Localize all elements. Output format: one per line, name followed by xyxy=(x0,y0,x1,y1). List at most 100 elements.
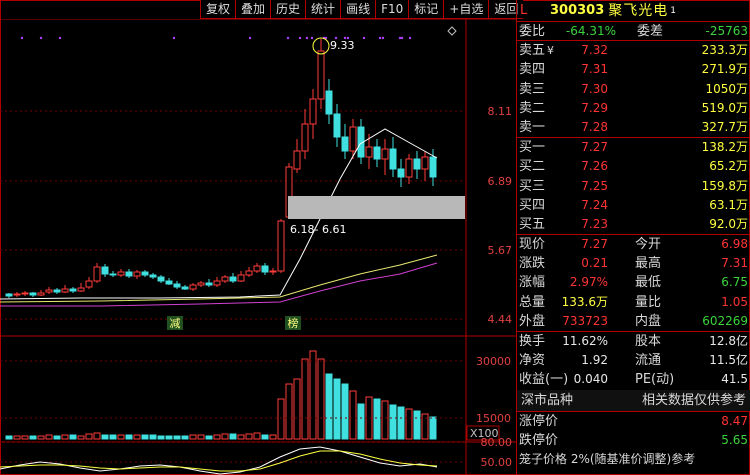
stat-label: 涨跌 xyxy=(519,256,546,272)
bid-price: 7.26 xyxy=(581,159,608,174)
volume-bar xyxy=(253,432,261,440)
ask-level[interactable]: 卖四 7.31 271.9万 xyxy=(517,60,750,79)
bid-level[interactable]: 买五 7.23 92.0万 xyxy=(517,215,750,234)
ask-price: 7.28 xyxy=(581,119,608,134)
volume-bar xyxy=(157,435,165,440)
candle-body xyxy=(181,286,189,290)
candle-body xyxy=(13,293,21,296)
stat-value: 11.5亿 xyxy=(709,353,748,368)
stat-label: 现价 xyxy=(519,237,546,253)
volume-bar xyxy=(197,434,205,440)
ask-volume: 519.0万 xyxy=(701,100,748,115)
candle-body xyxy=(229,276,237,282)
toolbar-button[interactable]: +自选 xyxy=(443,0,489,19)
volume-bar xyxy=(229,433,237,440)
candle-body xyxy=(125,271,133,277)
toolbar-button[interactable]: 统计 xyxy=(305,0,341,19)
candle-body xyxy=(77,287,85,292)
volume-bar xyxy=(13,435,21,440)
volume-bar xyxy=(5,435,13,440)
kline-chart[interactable]: 8.11 6.89 5.67 4.44 9.33 6.18- 6.61 减 榜 30000 150… xyxy=(0,19,516,475)
volume-bar xyxy=(317,358,325,440)
toolbar-button[interactable]: 画线 xyxy=(340,0,376,19)
candle-body xyxy=(317,50,325,100)
candle-body xyxy=(221,276,229,282)
candle-body xyxy=(53,289,61,293)
stock-name[interactable]: 聚飞光电 xyxy=(608,0,668,22)
stat-value: 12.8亿 xyxy=(709,334,748,348)
kline-chart-panel[interactable]: 8.11 6.89 5.67 4.44 9.33 6.18- 6.61 减 榜 30000 150… xyxy=(0,19,516,475)
bid-level[interactable]: 买一 7.27 138.2万 xyxy=(517,138,750,157)
stat-value: 6.98 xyxy=(721,237,748,252)
info-mine-dot xyxy=(305,36,309,40)
volume-bar xyxy=(173,435,181,440)
bid-level[interactable]: 买四 7.24 63.1万 xyxy=(517,196,750,215)
candle-body xyxy=(69,288,77,292)
volume-bar xyxy=(61,434,69,440)
stat-label: 换手 xyxy=(519,334,546,349)
bid-level[interactable]: 买二 7.26 65.2万 xyxy=(517,157,750,176)
ask-label: 卖二 xyxy=(519,100,546,116)
market-flag: L xyxy=(520,2,528,18)
candle-body xyxy=(381,148,389,160)
ask-suffix: ¥ xyxy=(547,44,554,58)
stat-label: 净资 xyxy=(519,353,546,369)
toolbar-button[interactable]: 历史 xyxy=(270,0,306,19)
volume-bar xyxy=(261,434,269,440)
stock-code[interactable]: 300303 xyxy=(550,0,604,22)
price-gap-band xyxy=(288,196,465,219)
info-mine-dot xyxy=(39,36,43,40)
stat-label: 量比 xyxy=(635,294,662,310)
candle-body xyxy=(85,280,93,288)
stat-label: 最高 xyxy=(635,256,662,272)
weibi-label: 委比 xyxy=(519,24,546,39)
candle-body xyxy=(133,271,141,277)
ask-level[interactable]: 卖一 7.28 327.7万 xyxy=(517,118,750,137)
volume-bar xyxy=(269,434,277,440)
price-cage-row: 笼子价格 2%(随基准价调整)参考 xyxy=(517,450,750,469)
volume-bar xyxy=(309,350,317,440)
bid-volume: 63.1万 xyxy=(709,197,748,212)
volume-bar xyxy=(141,434,149,440)
quote-stats: 现价 7.27 今开 6.98 涨跌 0.21 最高 7.31 涨幅 2.97% 最低 6.75 总量 1… xyxy=(517,235,750,332)
ask-level[interactable]: 卖二 7.29 519.0万 xyxy=(517,99,750,118)
volume-bar xyxy=(381,400,389,440)
limit-label: 跌停价 xyxy=(519,432,559,448)
stat-row: 外盘 733723 内盘 602269 xyxy=(517,312,750,331)
toolbar-button[interactable]: F10 xyxy=(375,0,409,19)
ask-book: 卖五 ¥7.32 233.3万 卖四 7.31 271.9万 卖三 7.30 1050万 卖二 7.… xyxy=(517,41,750,139)
toolbar-button[interactable]: 标记 xyxy=(408,0,444,19)
info-mine-dot xyxy=(408,36,412,40)
candle-body xyxy=(213,280,221,286)
event-tag: 减 xyxy=(170,317,181,330)
candle-body xyxy=(397,168,405,178)
stat-value: 1.92 xyxy=(581,353,608,368)
candle-body xyxy=(165,280,173,285)
volume-bar xyxy=(149,434,157,440)
ask-level[interactable]: 卖三 7.30 1050万 xyxy=(517,80,750,99)
info-bar: 深市品种 相关数据仅供参考 xyxy=(517,389,750,412)
info-mine-dot xyxy=(398,36,402,40)
toolbar-button[interactable]: 复权 xyxy=(200,0,236,19)
bid-level[interactable]: 买三 7.25 159.8万 xyxy=(517,177,750,196)
ask-level[interactable]: 卖五 ¥7.32 233.3万 xyxy=(517,41,750,60)
stat-label: 外盘 xyxy=(519,313,546,329)
candle-body xyxy=(93,266,101,282)
stat-value: 11.62% xyxy=(562,334,608,348)
candle-body xyxy=(157,276,165,282)
volume-bar xyxy=(277,398,285,440)
price-axis-label: 5.67 xyxy=(488,244,513,257)
stat-value: 41.5 xyxy=(721,372,748,387)
candle-body xyxy=(341,136,349,152)
volume-bar xyxy=(53,435,61,440)
data-disclaimer: 相关数据仅供参考 xyxy=(641,392,746,408)
ask-price: 7.29 xyxy=(581,100,608,115)
stat-row: 收益(一) 0.040 PE(动) 41.5 xyxy=(517,370,750,389)
limit-value: 8.47 xyxy=(721,413,748,428)
volume-bar xyxy=(333,378,341,440)
toolbar-button[interactable]: 叠加 xyxy=(235,0,271,19)
stat-value: 6.75 xyxy=(721,275,748,290)
stat-row: 净资 1.92 流通 11.5亿 xyxy=(517,351,750,370)
volume-bar xyxy=(213,434,221,440)
stat-label: 内盘 xyxy=(635,313,662,329)
